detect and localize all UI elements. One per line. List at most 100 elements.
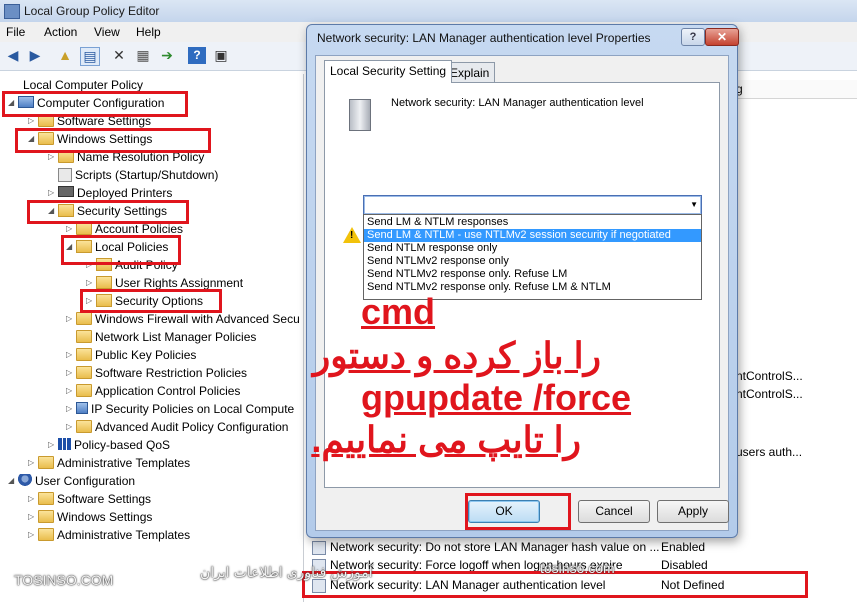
collapse-arrow-icon[interactable]: ▷: [66, 310, 76, 328]
collapse-arrow-icon[interactable]: ▷: [66, 400, 76, 418]
tree-label: Software Restriction Policies: [95, 366, 248, 380]
highlight-box: [15, 128, 211, 153]
tree-label: Account Policies: [95, 222, 184, 236]
watermark: آموزش فناوری اطلاعات ایران: [200, 564, 373, 580]
dropdown-option[interactable]: Send LM & NTLM responses: [364, 216, 701, 229]
auth-level-dropdown: Send LM & NTLM responses Send LM & NTLM …: [363, 214, 702, 300]
collapse-arrow-icon[interactable]: ▷: [66, 418, 76, 436]
tree-label: Windows Settings: [57, 510, 153, 524]
folder-icon: [76, 348, 92, 361]
apply-button[interactable]: Apply: [657, 500, 729, 523]
dropdown-option[interactable]: Send NTLMv2 response only. Refuse LM: [364, 268, 701, 281]
tree-label: Advanced Audit Policy Configuration: [95, 420, 289, 434]
list-item[interactable]: Network security: Do not store LAN Manag…: [310, 538, 660, 556]
tree-label: Software Settings: [57, 492, 152, 506]
show-hide-tree-icon[interactable]: ▤: [80, 47, 100, 66]
cancel-button[interactable]: Cancel: [578, 500, 650, 523]
folder-up-icon[interactable]: ▲: [56, 47, 74, 64]
setting-fragment: ntControlS...: [736, 387, 803, 401]
policy-name: Network security: Do not store LAN Manag…: [330, 540, 660, 554]
collapse-arrow-icon[interactable]: ▷: [66, 382, 76, 400]
tree-user-software-settings[interactable]: ▷ Software Settings: [28, 490, 151, 508]
qos-chart-icon: [58, 438, 71, 450]
tree-user-admin-templates[interactable]: ▷ Administrative Templates: [28, 526, 190, 544]
tree-public-key[interactable]: ▷ Public Key Policies: [66, 346, 196, 364]
forward-icon[interactable]: ▶: [26, 47, 44, 64]
expand-arrow-icon[interactable]: ◢: [8, 472, 18, 490]
dialog-body: Local Security Setting Explain Network s…: [311, 55, 729, 531]
collapse-arrow-icon[interactable]: ▷: [66, 346, 76, 364]
title-bar: Local Group Policy Editor: [0, 0, 857, 23]
highlight-box: [61, 235, 181, 265]
tree-admin-templates[interactable]: ▷ Administrative Templates: [28, 454, 190, 472]
tree-label: Network List Manager Policies: [95, 330, 257, 344]
dropdown-option[interactable]: Send NTLM response only: [364, 242, 701, 255]
tree-user-windows-settings[interactable]: ▷ Windows Settings: [28, 508, 152, 526]
printer-icon: [58, 186, 74, 197]
collapse-arrow-icon[interactable]: ▷: [28, 454, 38, 472]
highlight-box: [2, 91, 188, 117]
highlight-box: [27, 200, 189, 224]
setting-fragment: users auth...: [736, 445, 803, 459]
watermark: TOSINSO.COM: [14, 572, 114, 588]
tree-app-control[interactable]: ▷ Application Control Policies: [66, 382, 240, 400]
tree-scripts[interactable]: Scripts (Startup/Shutdown): [48, 166, 218, 184]
back-icon[interactable]: ◀: [4, 47, 22, 64]
delete-icon[interactable]: ✕: [110, 47, 128, 64]
properties-dialog: Network security: LAN Manager authentica…: [306, 24, 739, 538]
tree-qos[interactable]: ▷ Policy-based QoS: [48, 436, 170, 454]
tree-label: Administrative Templates: [57, 456, 191, 470]
menu-action[interactable]: Action: [44, 25, 77, 39]
properties-icon[interactable]: ▦: [134, 47, 152, 64]
folder-icon: [76, 366, 92, 379]
auth-level-select[interactable]: ▼: [363, 195, 702, 215]
folder-icon: [76, 312, 92, 325]
tree-advanced-audit[interactable]: ▷ Advanced Audit Policy Configuration: [66, 418, 288, 436]
tree-label: User Rights Assignment: [115, 276, 244, 290]
menu-view[interactable]: View: [94, 25, 120, 39]
window-title: Local Group Policy Editor: [24, 4, 160, 18]
dropdown-option[interactable]: Send NTLMv2 response only: [364, 255, 701, 268]
tree-label: Windows Firewall with Advanced Secu: [95, 312, 300, 326]
folder-icon: [38, 492, 54, 505]
tree-label: User Configuration: [35, 474, 136, 488]
tree-ip-security[interactable]: ▷ IP Security Policies on Local Compute: [66, 400, 294, 418]
chevron-down-icon[interactable]: ▼: [690, 197, 698, 213]
view-icon[interactable]: ▣: [212, 47, 230, 64]
folder-icon: [76, 384, 92, 397]
tree-label: Deployed Printers: [77, 186, 173, 200]
server-icon: [349, 99, 371, 131]
tree-label: Policy-based QoS: [74, 438, 171, 452]
policy-icon: [312, 541, 326, 555]
folder-icon: [76, 420, 92, 433]
tree-label: Administrative Templates: [57, 528, 191, 542]
collapse-arrow-icon[interactable]: ▷: [66, 364, 76, 382]
overlay-instruction-text: را باز کرده و دستور: [312, 335, 601, 376]
user-icon: [18, 474, 32, 488]
policy-title: Network security: LAN Manager authentica…: [391, 97, 644, 109]
tree-user-configuration[interactable]: ◢ User Configuration: [8, 472, 135, 490]
tab-local-security-setting[interactable]: Local Security Setting: [324, 60, 453, 83]
help-icon[interactable]: ?: [188, 47, 206, 64]
overlay-cmd-text: cmd: [361, 291, 436, 332]
menu-help[interactable]: Help: [136, 25, 161, 39]
tree-network-list[interactable]: Network List Manager Policies: [66, 328, 256, 346]
export-icon[interactable]: ➔: [158, 47, 176, 64]
app-icon: [4, 4, 20, 19]
close-button[interactable]: ✕: [705, 28, 739, 46]
collapse-arrow-icon[interactable]: ▷: [28, 508, 38, 526]
collapse-arrow-icon[interactable]: ▷: [28, 490, 38, 508]
collapse-arrow-icon[interactable]: ▷: [28, 526, 38, 544]
menu-file[interactable]: File: [6, 25, 25, 39]
tree-software-restriction[interactable]: ▷ Software Restriction Policies: [66, 364, 247, 382]
tree-root-label: Local Computer Policy: [23, 78, 144, 92]
tree-label: Scripts (Startup/Shutdown): [75, 168, 219, 182]
collapse-arrow-icon[interactable]: ▷: [48, 436, 58, 454]
highlight-box: [465, 493, 571, 530]
overlay-instruction-text: را تایپ می نماییم.: [311, 419, 581, 460]
folder-icon: [76, 330, 92, 343]
help-button[interactable]: ?: [681, 28, 705, 46]
tree-label: IP Security Policies on Local Compute: [91, 402, 295, 416]
warning-icon: !: [343, 227, 361, 243]
dropdown-option-selected[interactable]: Send LM & NTLM - use NTLMv2 session secu…: [364, 229, 701, 242]
